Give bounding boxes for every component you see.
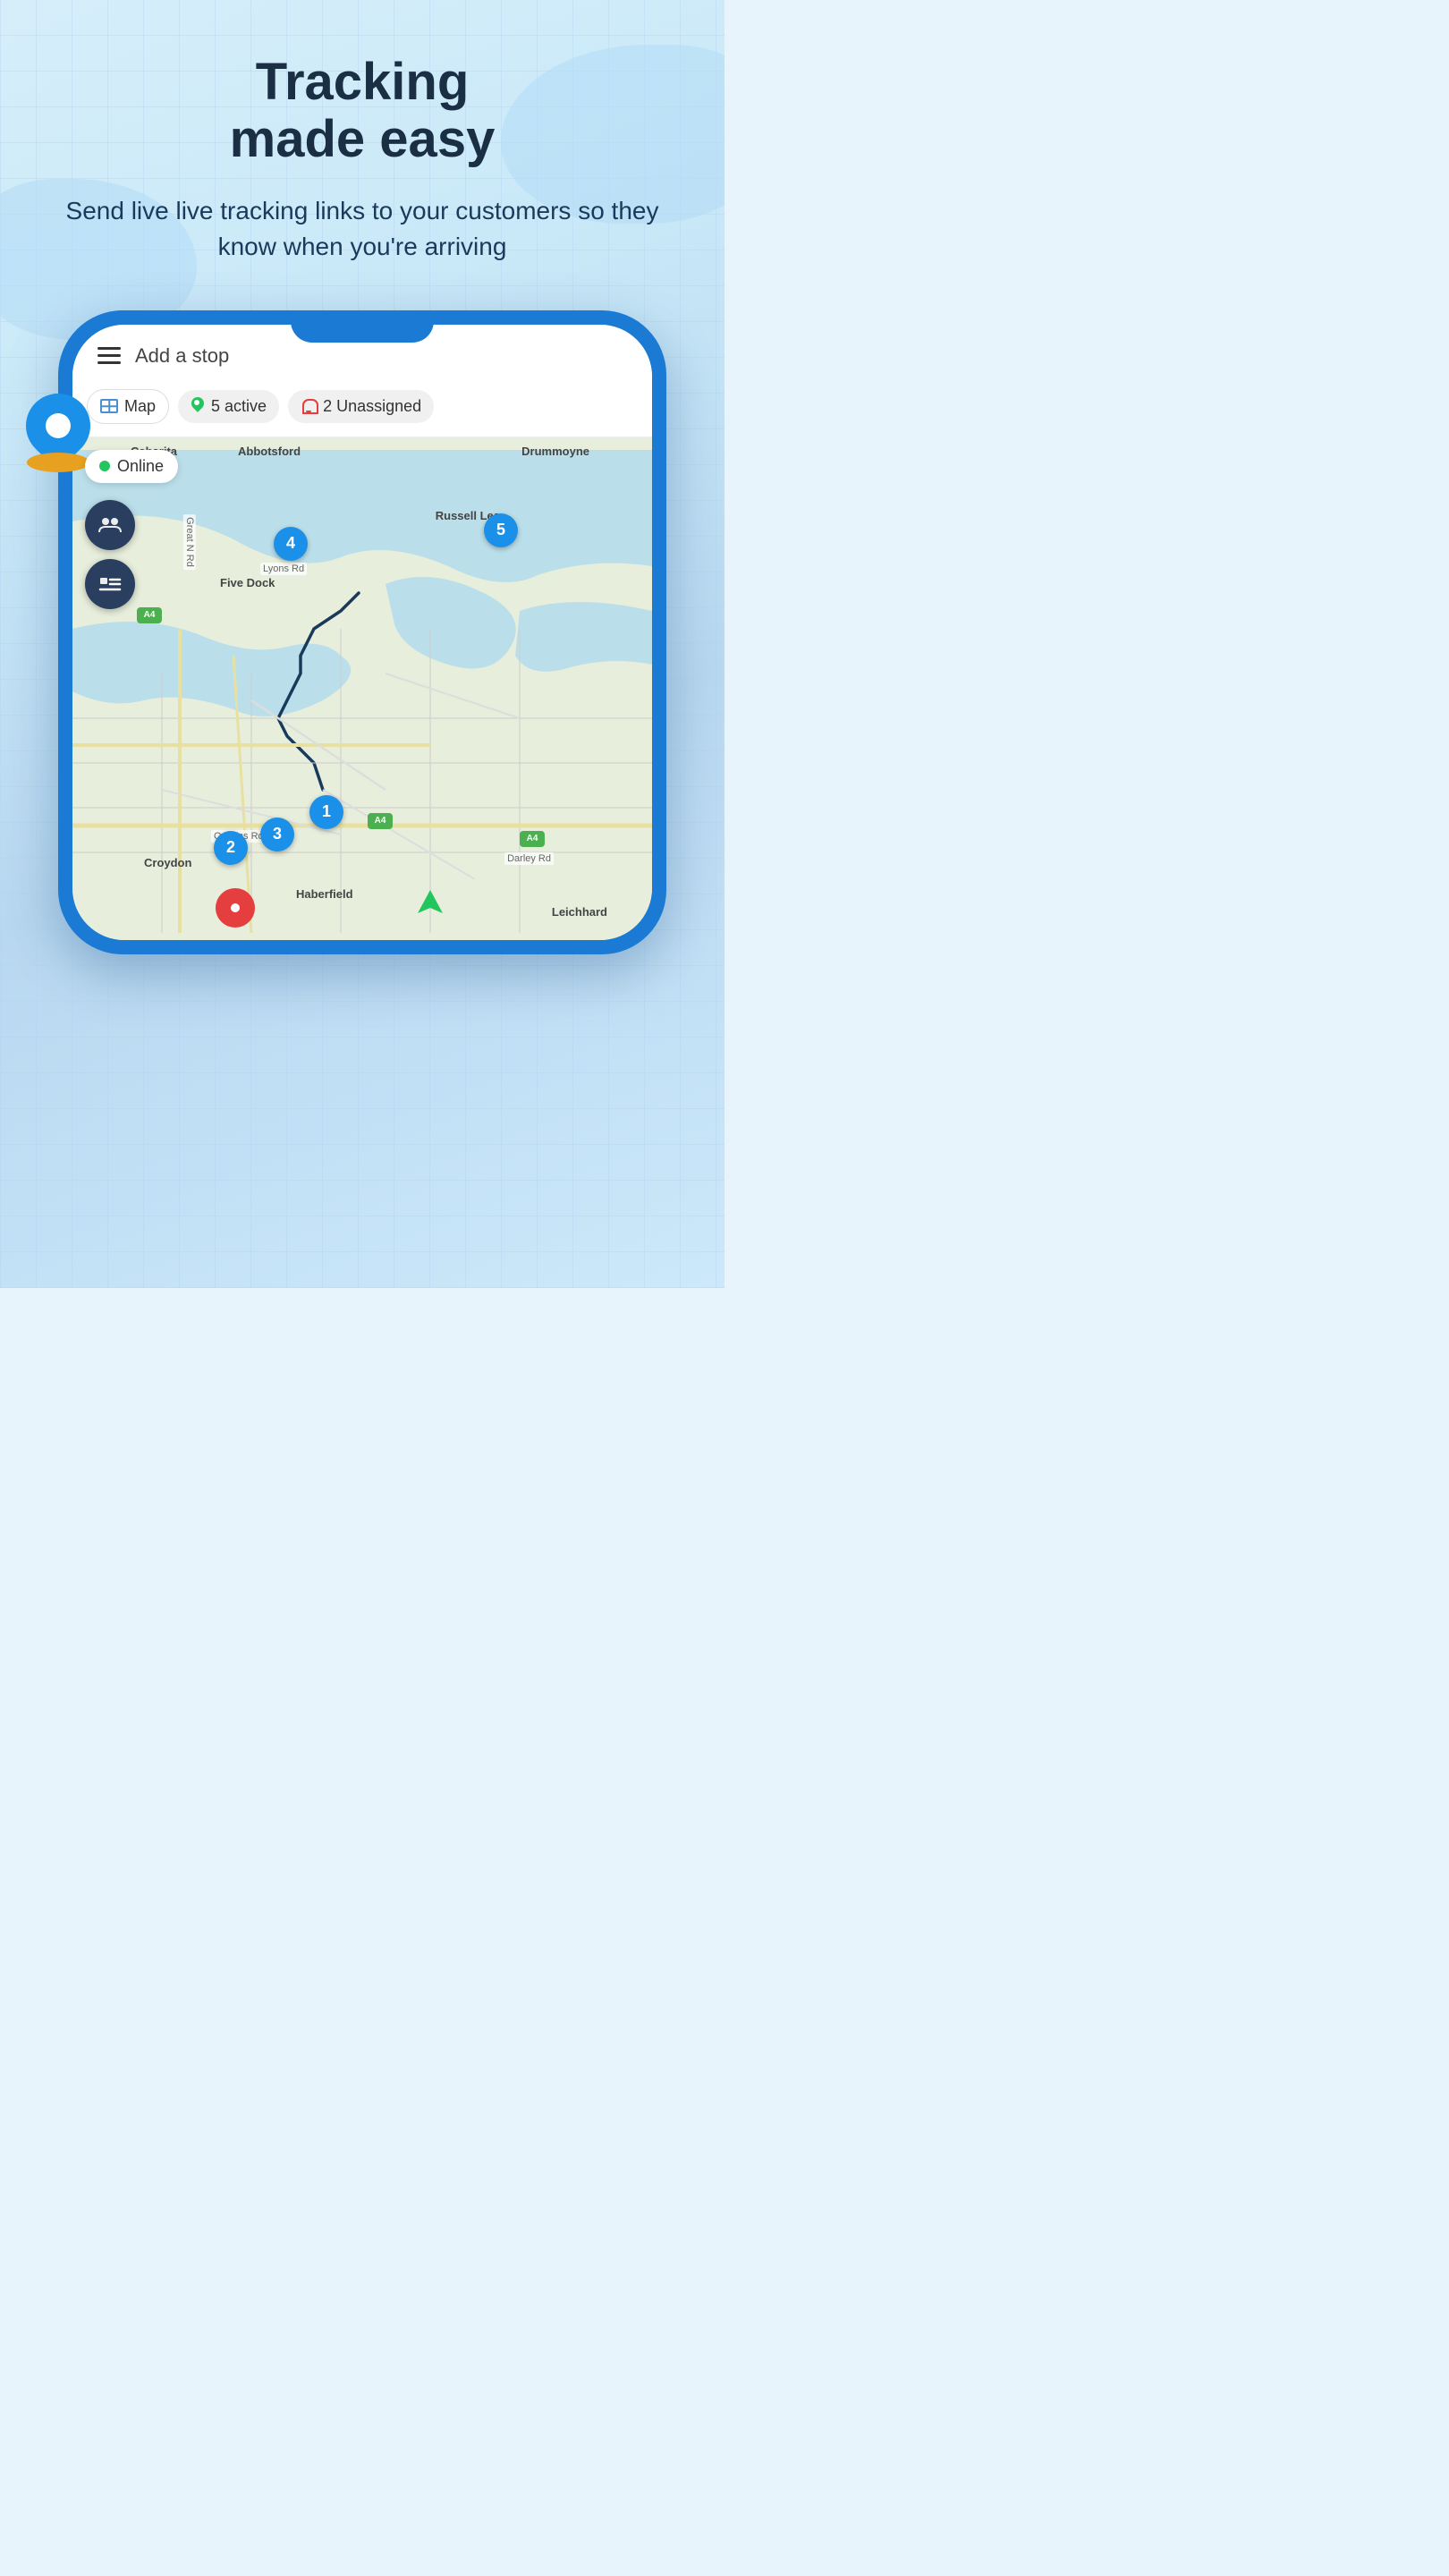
- destination-pin: [216, 888, 255, 928]
- phone-frame: Add a stop Map 5 active 2 Unassigned: [58, 310, 666, 954]
- area-label-abbotsford: Abbotsford: [238, 445, 301, 458]
- add-stop-label: Add a stop: [135, 344, 229, 368]
- route-pin-5: 5: [484, 513, 518, 547]
- tab-unassigned-label: 2 Unassigned: [323, 397, 421, 416]
- online-dot: [99, 461, 110, 471]
- area-label-five-dock: Five Dock: [220, 576, 275, 589]
- highway-badge-a4-1: A4: [137, 607, 162, 623]
- page-headline: Tracking made easy: [194, 54, 531, 168]
- tab-active[interactable]: 5 active: [178, 390, 279, 423]
- route-pin-1: 1: [309, 795, 343, 829]
- road-label-lyons: Lyons Rd: [260, 563, 307, 575]
- tab-map[interactable]: Map: [87, 389, 169, 424]
- map-view: Cabarita Abbotsford Drummoyne Russell Le…: [72, 437, 652, 940]
- navigation-arrow: [414, 886, 446, 923]
- page-content: Tracking made easy Send live live tracki…: [0, 0, 724, 954]
- phone-screen: Add a stop Map 5 active 2 Unassigned: [72, 325, 652, 940]
- highway-badge-a4-3: A4: [520, 831, 545, 847]
- tab-unassigned[interactable]: 2 Unassigned: [288, 390, 434, 423]
- area-label-croydon: Croydon: [144, 856, 191, 869]
- phone-mockup: Add a stop Map 5 active 2 Unassigned: [58, 310, 666, 954]
- road-label-great-n: Great N Rd: [183, 514, 196, 570]
- hamburger-icon[interactable]: [97, 347, 121, 364]
- map-icon: [100, 399, 118, 413]
- bell-icon: [301, 397, 317, 415]
- road-label-darley: Darley Rd: [504, 852, 554, 865]
- team-button[interactable]: [85, 500, 135, 550]
- route-pin-2: 2: [214, 831, 248, 865]
- area-label-leichhardt: Leichhard: [552, 905, 607, 919]
- route-pin-3: 3: [260, 818, 294, 852]
- tab-map-label: Map: [124, 397, 156, 416]
- tab-active-label: 5 active: [211, 397, 267, 416]
- list-view-button[interactable]: [85, 559, 135, 609]
- location-active-icon: [191, 397, 205, 415]
- highway-badge-a4-2: A4: [368, 813, 393, 829]
- area-label-drummoyne: Drummoyne: [521, 445, 589, 458]
- route-pin-4: 4: [274, 527, 308, 561]
- online-status-badge: Online: [85, 450, 178, 483]
- map-controls: [85, 500, 135, 609]
- online-label: Online: [117, 457, 164, 476]
- area-label-haberfield: Haberfield: [296, 887, 353, 901]
- phone-notch: [291, 310, 434, 343]
- phone-tab-bar: Map 5 active 2 Unassigned: [72, 380, 652, 437]
- page-subtitle: Send live live tracking links to your cu…: [0, 193, 724, 266]
